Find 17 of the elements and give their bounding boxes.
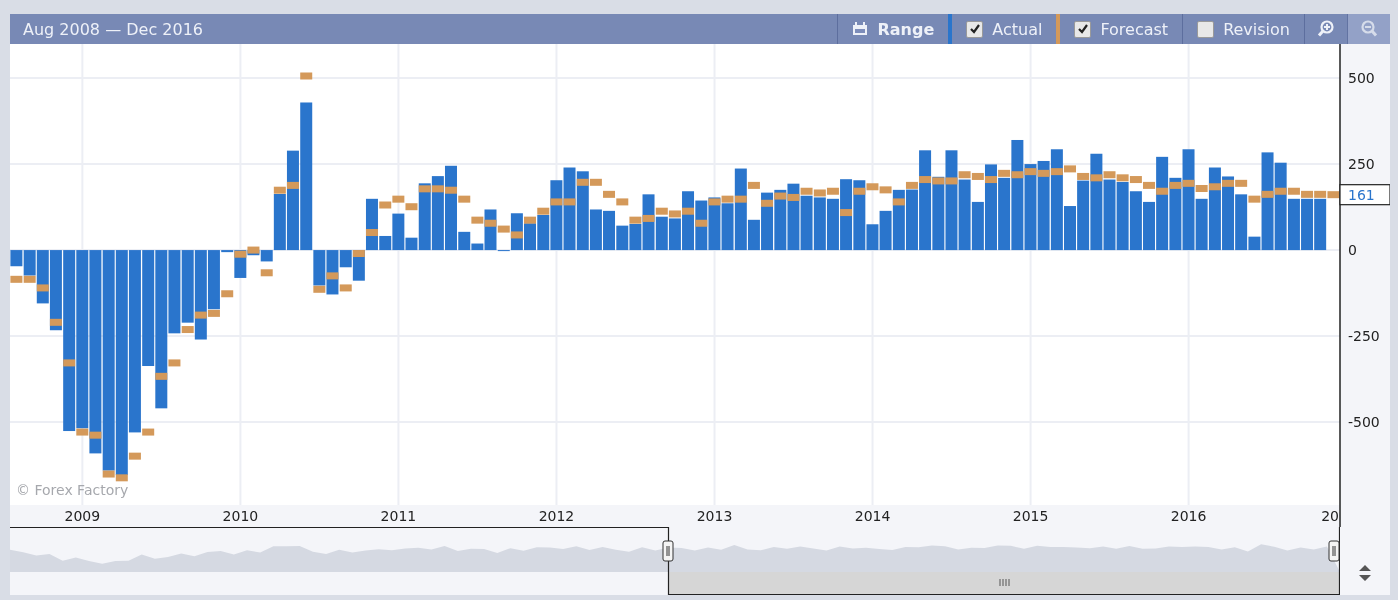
- date-range-title: Aug 2008 — Dec 2016: [22, 19, 203, 39]
- x-axis-label: 2015: [1012, 508, 1049, 524]
- x-axis-label: 2009: [64, 508, 101, 524]
- x-axis-label: 2016: [1170, 508, 1207, 524]
- y-axis-label: 500: [1348, 70, 1375, 87]
- x-axis-label: 2010: [222, 508, 259, 524]
- x-axis-label: 2012: [538, 508, 575, 524]
- x-axis-label: 2013: [696, 508, 733, 524]
- watermark-text: © Forex Factory: [16, 482, 129, 498]
- x-axis-label: 20: [1321, 508, 1339, 524]
- x-axis-label: 2011: [380, 508, 417, 524]
- y-axis-label: 250: [1348, 156, 1375, 173]
- current-value-label: 161: [1348, 186, 1375, 203]
- y-axis-label: -500: [1348, 414, 1380, 431]
- x-axis-label: 2014: [854, 508, 891, 524]
- y-axis-label: 0: [1348, 242, 1357, 259]
- y-axis-label: -250: [1348, 328, 1380, 345]
